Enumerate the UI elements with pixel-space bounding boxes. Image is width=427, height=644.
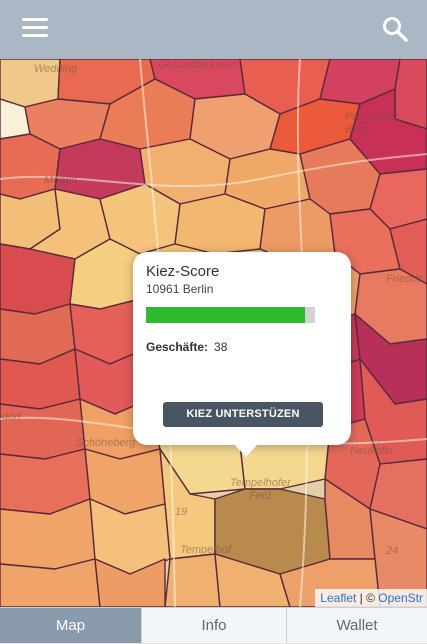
- menu-line: [22, 34, 48, 37]
- bottom-tab-bar: Map Info Wallet: [0, 607, 427, 643]
- attribution-separator: | ©: [356, 591, 379, 605]
- map-label: Moabit: [44, 174, 78, 186]
- popup-subtitle: 10961 Berlin: [146, 282, 214, 296]
- map-label: Neukölln: [350, 445, 393, 457]
- map-label: dorf: [2, 411, 21, 423]
- map-label: Schöneberg: [76, 437, 136, 449]
- map-label: 24: [386, 545, 399, 557]
- hamburger-menu-icon[interactable]: [22, 18, 48, 38]
- search-icon[interactable]: [380, 14, 410, 44]
- map-label: 19: [175, 506, 188, 518]
- map-label: Prenzlauer Berg: [345, 111, 399, 136]
- score-bar-fill: [146, 307, 305, 323]
- osm-link[interactable]: OpenStr: [378, 591, 423, 605]
- shops-value: 38: [214, 340, 228, 354]
- menu-line: [22, 26, 48, 29]
- map-label: Friedric: [386, 273, 423, 285]
- leaflet-link[interactable]: Leaflet: [320, 591, 356, 605]
- tab-wallet[interactable]: Wallet: [286, 607, 427, 643]
- popup-title: Kiez-Score: [146, 263, 220, 280]
- menu-line: [22, 18, 48, 21]
- popup-pointer: [234, 444, 258, 457]
- support-kiez-button[interactable]: KIEZ UNTERSTÜZEN: [163, 402, 323, 427]
- kiez-popup: Kiez-Score 10961 Berlin Geschäfte: 38 KIE…: [133, 252, 351, 445]
- score-bar: [146, 307, 315, 323]
- map-label: Tempelhofer Feld: [230, 477, 291, 502]
- tab-info[interactable]: Info: [141, 607, 286, 643]
- map-label: Tempelhof: [180, 544, 231, 556]
- shops-label: Geschäfte:: [146, 340, 209, 354]
- tab-map[interactable]: Map: [0, 607, 141, 643]
- map-label: Gesundbrunnen: [158, 59, 237, 71]
- shops-stat: Geschäfte: 38: [146, 340, 227, 354]
- map-label: Wedding: [34, 63, 78, 75]
- map-attribution: Leaflet | © OpenStr: [315, 589, 427, 607]
- app-header: [0, 0, 427, 59]
